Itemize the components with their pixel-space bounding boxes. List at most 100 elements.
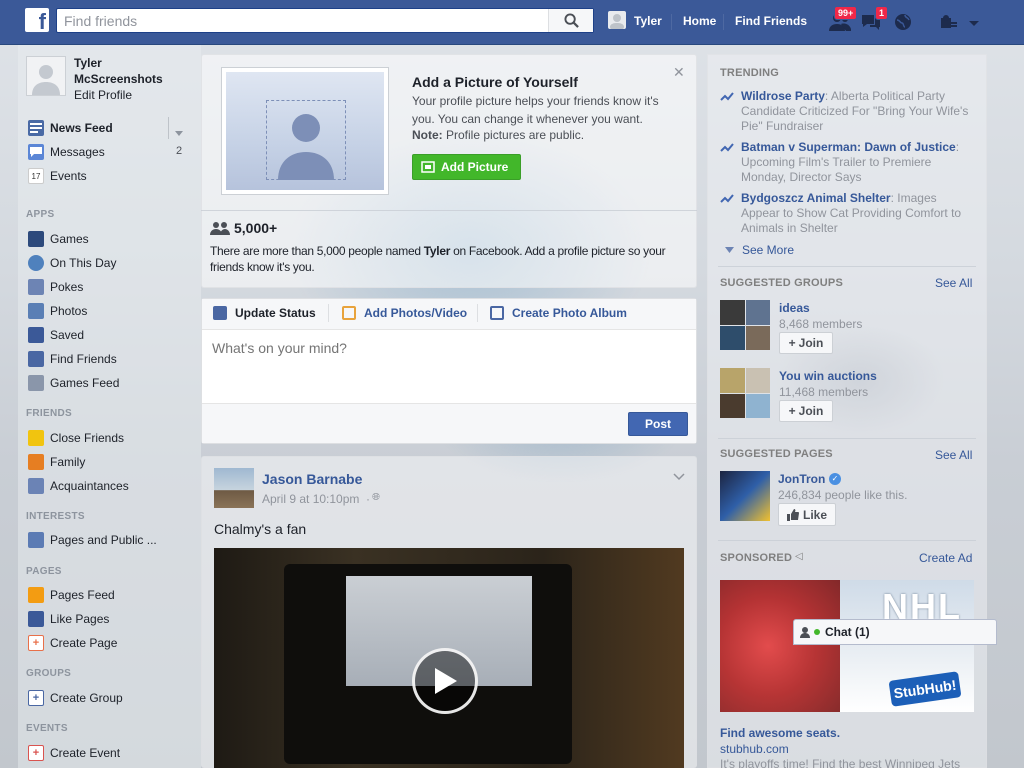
play-icon[interactable] xyxy=(412,648,478,714)
ad-title[interactable]: Find awesome seats. xyxy=(720,726,840,740)
group-thumbnail[interactable] xyxy=(720,300,770,350)
name-count-row: 5,000+ xyxy=(210,220,277,236)
sidebar-item-label: News Feed xyxy=(50,121,113,135)
ad-url[interactable]: stubhub.com xyxy=(720,742,789,756)
see-more-link[interactable]: See More xyxy=(725,243,794,257)
sidebar-item-create-event[interactable]: + Create Event xyxy=(22,742,192,764)
account-menu-chevron-down-icon[interactable] xyxy=(968,17,992,39)
sidebar-item-family[interactable]: Family xyxy=(22,451,192,473)
game-controller-icon xyxy=(28,375,44,391)
trending-title[interactable]: Batman v Superman: Dawn of Justice xyxy=(741,140,956,154)
pencil-icon xyxy=(213,306,227,320)
sidebar-item-acquaintances[interactable]: Acquaintances xyxy=(22,475,192,497)
group-thumbnail[interactable] xyxy=(720,368,770,418)
divider xyxy=(201,210,697,211)
messages-icon xyxy=(28,144,44,160)
like-label: Like xyxy=(802,507,827,522)
trending-title[interactable]: Bydgoszcz Animal Shelter xyxy=(741,191,891,205)
sidebar-item-messages[interactable]: Messages xyxy=(22,141,192,163)
sidebar-item-find-friends[interactable]: Find Friends xyxy=(22,348,192,370)
page-thumbnail[interactable] xyxy=(720,471,770,521)
section-header-apps: APPS xyxy=(26,209,55,220)
sidebar-item-create-group[interactable]: + Create Group xyxy=(22,687,192,709)
find-friends-link[interactable]: Find Friends xyxy=(735,14,807,28)
join-group-button[interactable]: + Join xyxy=(779,332,833,354)
acquaintances-icon xyxy=(28,478,44,494)
sponsored-header: SPONSORED xyxy=(720,552,793,564)
like-page-button[interactable]: Like xyxy=(778,503,836,526)
trending-item[interactable]: Bydgoszcz Animal Shelter: Images Appear … xyxy=(720,191,970,236)
sidebar-item-create-page[interactable]: + Create Page xyxy=(22,632,192,654)
plus-icon: + xyxy=(28,745,44,761)
facebook-logo[interactable]: f xyxy=(25,8,49,32)
plus-icon: + xyxy=(28,635,44,651)
trending-item[interactable]: Batman v Superman: Dawn of Justice: Upco… xyxy=(720,140,970,185)
tab-label: Update Status xyxy=(235,306,316,320)
search-button[interactable] xyxy=(548,9,593,32)
post-time[interactable]: April 9 at 10:10pm xyxy=(262,492,359,506)
tab-add-photos-video[interactable]: Add Photos/Video xyxy=(342,306,467,320)
divider xyxy=(328,304,329,322)
chevron-down-icon xyxy=(725,247,734,253)
video-player[interactable] xyxy=(214,548,684,768)
sidebar-item-photos[interactable]: Photos xyxy=(22,300,192,322)
sidebar-item-pages-and-public[interactable]: Pages and Public ... xyxy=(22,529,192,551)
sidebar-item-pokes[interactable]: Pokes xyxy=(22,276,192,298)
page-name[interactable]: JonTron xyxy=(778,472,825,486)
profile-picture-placeholder[interactable] xyxy=(26,56,66,96)
plus-icon: + xyxy=(788,336,796,350)
chat-tab[interactable]: Chat (1) xyxy=(793,619,997,645)
search-input[interactable] xyxy=(57,9,547,32)
trending-title[interactable]: Wildrose Party xyxy=(741,89,825,103)
sidebar-item-games[interactable]: Games xyxy=(22,228,192,250)
desc-name: Tyler xyxy=(423,244,451,258)
add-picture-label: Add Picture xyxy=(441,160,509,174)
sidebar-item-on-this-day[interactable]: On This Day xyxy=(22,252,192,274)
messages-count: 2 xyxy=(176,145,183,157)
sidebar-item-games-feed[interactable]: Games Feed xyxy=(22,372,192,394)
post-author[interactable]: Jason Barnabe xyxy=(262,471,362,487)
divider xyxy=(477,304,478,322)
user-avatar-small[interactable] xyxy=(608,11,626,29)
sidebar-item-news-feed[interactable]: News Feed xyxy=(22,117,192,139)
close-icon[interactable]: ✕ xyxy=(673,64,685,81)
profile-first-name[interactable]: Tyler xyxy=(74,56,102,70)
sidebar-item-pages-feed[interactable]: Pages Feed xyxy=(22,584,192,606)
author-avatar[interactable] xyxy=(214,468,254,508)
join-group-button[interactable]: + Join xyxy=(779,400,833,422)
verified-badge-icon: ✓ xyxy=(829,473,841,485)
edit-profile-link[interactable]: Edit Profile xyxy=(74,88,132,102)
add-picture-button[interactable]: Add Picture xyxy=(412,154,521,180)
group-name[interactable]: You win auctions xyxy=(779,369,877,383)
name-count: 5,000+ xyxy=(234,220,278,236)
nav-separator xyxy=(671,14,672,30)
profile-last-name[interactable]: McScreenshots xyxy=(74,72,163,86)
sidebar-item-close-friends[interactable]: Close Friends xyxy=(22,427,192,449)
ad-image[interactable]: NHL StubHub! xyxy=(720,580,974,712)
post-time-separator: · xyxy=(366,492,370,506)
post-button[interactable]: Post xyxy=(628,412,688,436)
status-input[interactable] xyxy=(212,340,682,396)
sidebar-item-events[interactable]: 17 Events xyxy=(22,165,192,187)
sidebar-item-like-pages[interactable]: Like Pages xyxy=(22,608,192,630)
plus-icon: + xyxy=(788,404,796,418)
ad-text: It's playoffs time! Find the best Winnip… xyxy=(720,757,961,768)
home-link[interactable]: Home xyxy=(683,14,716,28)
news-feed-options-chevron-down-icon[interactable] xyxy=(175,125,183,139)
tab-create-photo-album[interactable]: Create Photo Album xyxy=(490,306,627,320)
album-icon xyxy=(490,306,504,320)
pages-see-all-link[interactable]: See All xyxy=(935,448,972,462)
sidebar-item-saved[interactable]: Saved xyxy=(22,324,192,346)
tab-update-status[interactable]: Update Status xyxy=(213,306,316,320)
group-name[interactable]: ideas xyxy=(779,301,810,315)
prompt-title: Add a Picture of Yourself xyxy=(412,74,578,90)
groups-see-all-link[interactable]: See All xyxy=(935,276,972,290)
trending-item[interactable]: Wildrose Party: Alberta Political Party … xyxy=(720,89,970,134)
profile-picture-frame[interactable] xyxy=(221,67,389,195)
notifications-globe-icon[interactable] xyxy=(893,12,917,34)
create-ad-link[interactable]: Create Ad xyxy=(919,551,972,565)
privacy-shortcuts-icon[interactable] xyxy=(940,14,964,36)
post-options-chevron-down-icon[interactable] xyxy=(673,470,685,484)
profile-link[interactable]: Tyler xyxy=(634,14,662,28)
sidebar-item-label: Close Friends xyxy=(50,431,125,445)
